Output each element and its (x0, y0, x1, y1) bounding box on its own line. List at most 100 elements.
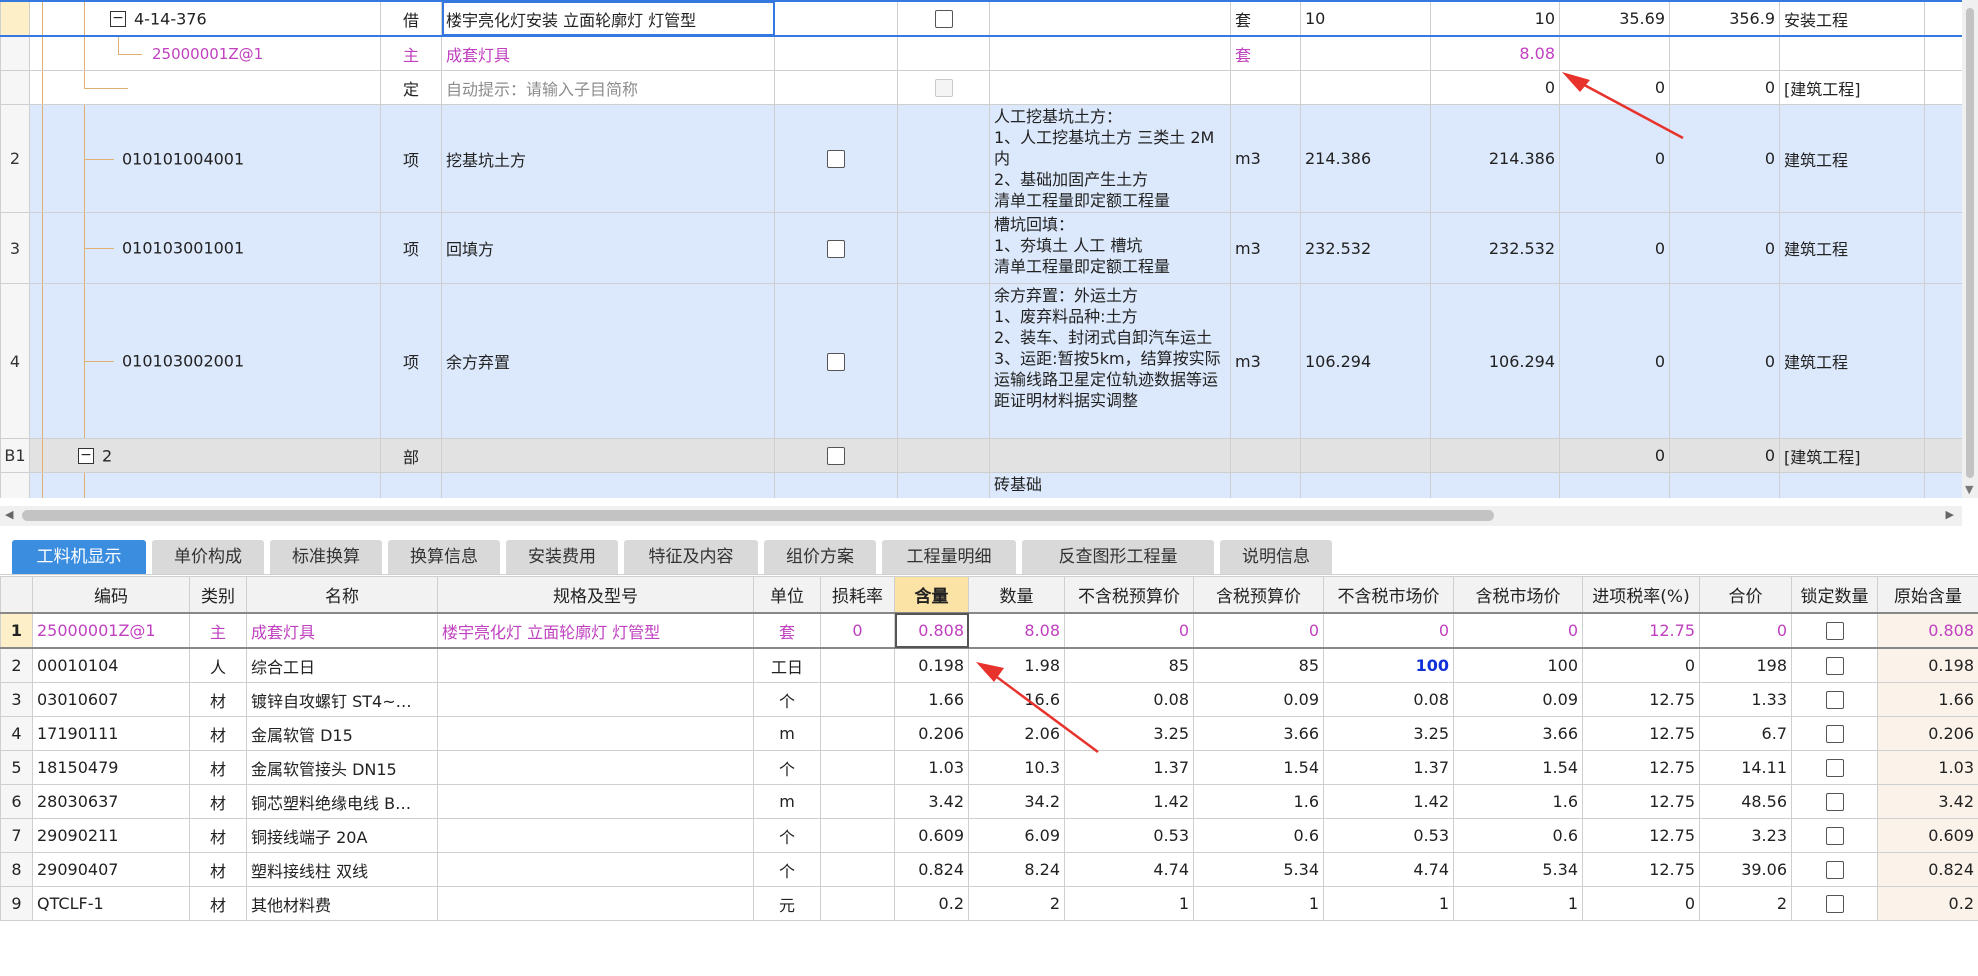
lock-checkbox[interactable] (1825, 861, 1844, 880)
code-cell[interactable]: 25000001Z@1 (29, 35, 381, 71)
col-header[interactable]: 含税市场价 (1453, 576, 1583, 614)
spec-cell[interactable] (437, 852, 754, 887)
name-cell[interactable]: 自动提示：请输入子目简称 (441, 70, 775, 105)
code-cell[interactable]: 18150479 (32, 750, 190, 785)
tax-rate-cell[interactable]: 0 (1582, 886, 1700, 921)
feature-cell[interactable]: 槽坑回填： 1、夯填土 人工 槽坑 清单工程量即定额工程量 (989, 212, 1231, 284)
lock-cell[interactable] (1791, 647, 1878, 683)
qty-cell[interactable]: 106.294 (1430, 283, 1560, 439)
lock-cell[interactable] (1791, 784, 1878, 819)
resource-row[interactable]: 1 25000001Z@1 主成套灯具 楼宇亮化灯 立面轮廓灯 灯管型套 0 0.808 8… (0, 612, 1978, 649)
major-cell[interactable]: [建筑工程] (1779, 438, 1925, 473)
pretax-budget-cell[interactable]: 85 (1064, 647, 1194, 683)
qty-cell[interactable]: 8.08 (1430, 35, 1560, 71)
major-cell[interactable]: 建筑工程 (1779, 283, 1925, 439)
major-cell[interactable]: 建筑工程 (1779, 104, 1925, 213)
col-header[interactable]: 类别 (189, 576, 247, 614)
col-header[interactable]: 编码 (32, 576, 190, 614)
scroll-left-icon[interactable]: ◀ (5, 508, 13, 521)
checkbox[interactable] (827, 239, 845, 258)
quantity-cell[interactable]: 2.06 (968, 716, 1065, 751)
loss-rate-cell[interactable] (820, 682, 895, 717)
content-cell[interactable]: 0.609 (894, 818, 969, 853)
quantity-cell[interactable]: 2 (968, 886, 1065, 921)
col-header[interactable]: 不含税预算价 (1064, 576, 1194, 614)
code-cell[interactable]: − 4-14-376 (29, 0, 381, 37)
pretax-market-cell[interactable]: 0 (1323, 612, 1454, 649)
col-header[interactable]: 含税预算价 (1193, 576, 1324, 614)
tax-budget-cell[interactable]: 0.09 (1193, 682, 1324, 717)
item-row[interactable]: 4 010103002001 项 余方弃置 余方弃置：外运土方 1、废弃料品种:… (0, 283, 1962, 439)
code-cell[interactable]: 010103001001 (29, 212, 381, 284)
pretax-budget-cell[interactable]: 4.74 (1064, 852, 1194, 887)
loss-rate-cell[interactable] (820, 886, 895, 921)
content-cell[interactable]: 0.824 (894, 852, 969, 887)
quantity-cell[interactable]: 10.3 (968, 750, 1065, 785)
name-cell[interactable]: 金属软管接头 DN15 (246, 750, 438, 785)
tax-budget-cell[interactable]: 0 (1193, 612, 1324, 649)
content-cell[interactable]: 0.206 (894, 716, 969, 751)
resource-row[interactable]: 9 QTCLF-1 材其他材料费元 0.2 2 1 1 1 1 0 2 0.2 (0, 886, 1978, 921)
code-cell[interactable]: 29090211 (32, 818, 190, 853)
spec-cell[interactable] (437, 886, 754, 921)
resource-row[interactable]: 4 17190111 材金属软管 D15 m 0.206 2.06 3.25 3.66 3.25… (0, 716, 1978, 751)
spec-cell[interactable] (437, 750, 754, 785)
content-cell[interactable]: 0.2 (894, 886, 969, 921)
loss-rate-cell[interactable] (820, 647, 895, 683)
tab-resource-display[interactable]: 工料机显示 (12, 540, 146, 574)
spec-cell[interactable] (437, 818, 754, 853)
tab-install-fee[interactable]: 安装费用 (506, 540, 618, 574)
loss-rate-cell[interactable]: 0 (820, 612, 895, 649)
tax-market-cell[interactable]: 1 (1453, 886, 1583, 921)
col-header[interactable]: 名称 (246, 576, 438, 614)
tab-pricing-plan[interactable]: 组价方案 (764, 540, 876, 574)
tax-budget-cell[interactable]: 1.54 (1193, 750, 1324, 785)
code-cell[interactable]: 28030637 (32, 784, 190, 819)
tab-unit-price[interactable]: 单价构成 (152, 540, 264, 574)
pretax-budget-cell[interactable]: 1 (1064, 886, 1194, 921)
resource-row[interactable]: 3 03010607 材镀锌自攻螺钉 ST4~… 个 1.66 16.6 0.08 0.09 0… (0, 682, 1978, 717)
item-row[interactable]: 定 自动提示：请输入子目简称 0 0 0 [建筑工程] (0, 70, 1962, 105)
quantity-cell[interactable]: 8.08 (968, 612, 1065, 649)
feature-cell[interactable]: 砖基础 (989, 472, 1231, 498)
major-cell[interactable]: 建筑工程 (1779, 212, 1925, 284)
qty-cell[interactable]: 232.532 (1430, 212, 1560, 284)
expr-cell[interactable]: 10 (1300, 0, 1431, 37)
expr-cell[interactable]: 106.294 (1300, 283, 1431, 439)
col-header[interactable]: 锁定数量 (1791, 576, 1878, 614)
code-cell[interactable]: 17190111 (32, 716, 190, 751)
lock-cell[interactable] (1791, 612, 1878, 649)
tax-market-cell[interactable]: 0.09 (1453, 682, 1583, 717)
expr-cell[interactable]: 232.532 (1300, 212, 1431, 284)
item-row[interactable]: 25000001Z@1 主 成套灯具 套 8.08 (0, 35, 1962, 71)
tab-features[interactable]: 特征及内容 (624, 540, 758, 574)
content-cell[interactable]: 1.03 (894, 750, 969, 785)
collapse-icon[interactable]: − (78, 447, 94, 464)
checkbox[interactable] (827, 150, 845, 169)
name-cell[interactable]: 成套灯具 (246, 612, 438, 649)
loss-rate-cell[interactable] (820, 784, 895, 819)
pretax-budget-cell[interactable]: 1.37 (1064, 750, 1194, 785)
resource-row[interactable]: 5 18150479 材金属软管接头 DN15 个 1.03 10.3 1.37 1.54 1.… (0, 750, 1978, 785)
scroll-down-icon[interactable]: ▼ (1965, 483, 1973, 496)
name-cell[interactable]: 余方弃置 (441, 283, 775, 439)
col-header[interactable]: 不含税市场价 (1323, 576, 1454, 614)
qty-cell[interactable]: 0 (1430, 70, 1560, 105)
code-cell[interactable]: 010101004001 (29, 104, 381, 213)
checkbox[interactable] (827, 352, 845, 371)
lock-checkbox[interactable] (1825, 657, 1844, 676)
spec-cell[interactable] (437, 682, 754, 717)
feature-cell[interactable]: 余方弃置：外运土方 1、废弃料品种:土方 2、装车、封闭式自卸汽车运土 3、运距… (989, 283, 1231, 439)
tax-market-cell[interactable]: 1.6 (1453, 784, 1583, 819)
name-cell[interactable]: 镀锌自攻螺钉 ST4~… (246, 682, 438, 717)
tab-quantity-detail[interactable]: 工程量明细 (882, 540, 1016, 574)
pretax-market-cell[interactable]: 0.53 (1323, 818, 1454, 853)
tax-rate-cell[interactable]: 12.75 (1582, 716, 1700, 751)
quantity-cell[interactable]: 34.2 (968, 784, 1065, 819)
tax-rate-cell[interactable]: 0 (1582, 647, 1700, 683)
tax-rate-cell[interactable]: 12.75 (1582, 750, 1700, 785)
quantity-cell[interactable]: 16.6 (968, 682, 1065, 717)
scroll-thumb[interactable] (1966, 8, 1974, 478)
major-cell[interactable]: [建筑工程] (1779, 70, 1925, 105)
tax-budget-cell[interactable]: 5.34 (1193, 852, 1324, 887)
